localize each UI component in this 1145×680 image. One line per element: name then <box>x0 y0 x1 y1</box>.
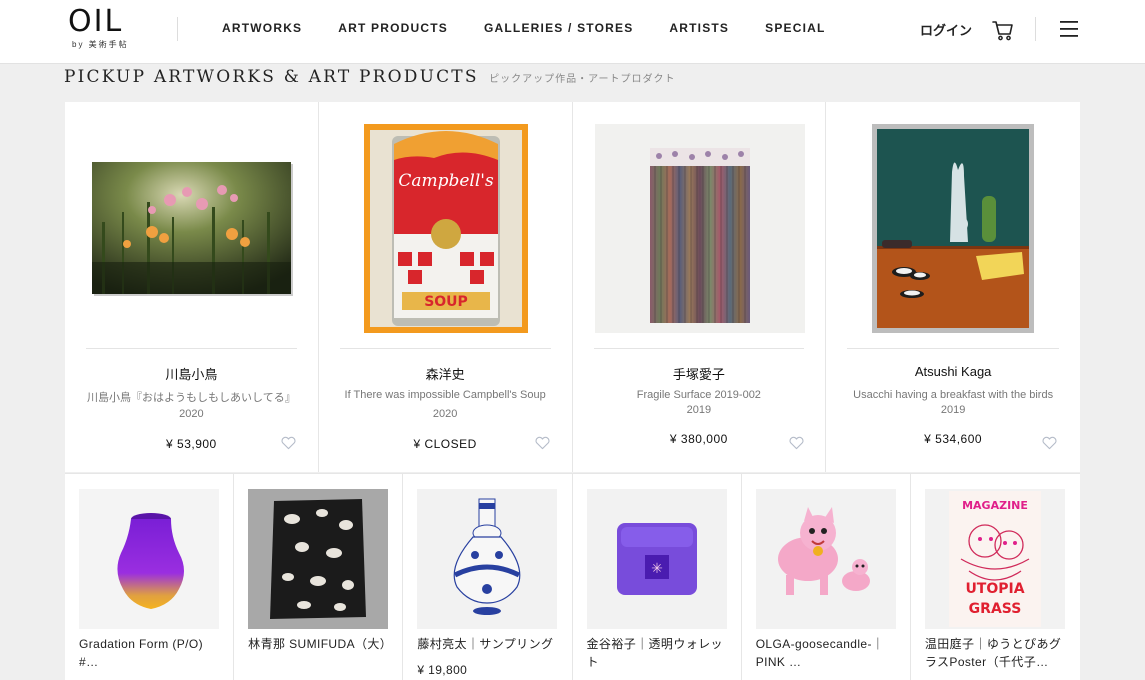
artwork-card[interactable]: Atsushi Kaga Usacchi having a breakfast … <box>826 102 1080 472</box>
product-card[interactable]: ✳ 金谷裕子｜透明ウォレット <box>573 474 742 680</box>
card-divider <box>847 348 1059 349</box>
artwork-title: If There was impossible Campbell's Soup <box>344 389 546 401</box>
main-nav: ARTWORKS ART PRODUCTS GALLERIES / STORES… <box>222 20 862 36</box>
art-products-grid: Gradation Form (P/O) #… 林青那 SUMIFUDA（大） … <box>65 473 1080 680</box>
favorite-heart-icon[interactable] <box>535 436 550 450</box>
favorite-heart-icon[interactable] <box>788 436 804 450</box>
artwork-year: 2020 <box>432 408 458 420</box>
nav-galleries-stores[interactable]: GALLERIES / STORES <box>484 20 633 36</box>
artwork-card[interactable]: Campbell's SOUP 森洋史 If There was impossi… <box>319 102 573 472</box>
product-card[interactable]: Gradation Form (P/O) #… <box>65 474 235 680</box>
product-image <box>79 489 219 629</box>
login-link[interactable]: ログイン <box>920 20 972 39</box>
header-divider-right <box>1035 17 1036 41</box>
svg-text:Campbell's: Campbell's <box>398 171 494 191</box>
artwork-price: ¥ 380,000 <box>669 432 728 446</box>
favorite-heart-icon[interactable] <box>281 436 296 450</box>
artist-name: 手塚愛子 <box>672 367 725 382</box>
nav-artists[interactable]: ARTISTS <box>669 20 729 36</box>
artwork-card[interactable]: 川島小鳥 川島小鳥『おはようもしもしあいしてる』 2020 ¥ 53,900 <box>65 102 319 472</box>
product-image: ✳ <box>586 489 727 629</box>
product-title: OLGA-goosecandle-｜PINK … <box>755 637 885 669</box>
svg-text:UTOPIA: UTOPIA <box>965 581 1024 597</box>
svg-text:MAGAZINE: MAGAZINE <box>962 499 1028 512</box>
card-divider <box>339 348 551 349</box>
product-card[interactable]: OLGA-goosecandle-｜PINK … <box>742 474 911 680</box>
product-title: Gradation Form (P/O) #… <box>79 637 204 669</box>
section-heading: PICKUP ARTWORKS & ART PRODUCTS ピックアップ作品・… <box>64 67 676 87</box>
artwork-price: ¥ 53,900 <box>166 437 217 451</box>
pickup-artworks-grid: 川島小鳥 川島小鳥『おはようもしもしあいしてる』 2020 ¥ 53,900 C… <box>65 102 1080 472</box>
svg-text:GRASS: GRASS <box>969 601 1022 617</box>
product-title: 温田庭子｜ゆうとぴあグラスPoster（千代子… <box>924 637 1062 669</box>
product-card[interactable]: 藤村亮太｜サンプリング ¥ 19,800 <box>403 474 573 680</box>
card-divider <box>86 348 297 349</box>
artwork-image <box>872 124 1035 333</box>
product-image: MAGAZINE UTOPIA GRASS <box>924 489 1065 629</box>
site-header: OIL by 美術手帖 ARTWORKS ART PRODUCTS GALLER… <box>0 0 1145 64</box>
section-title-ja: ピックアップ作品・アートプロダクト <box>489 74 676 85</box>
favorite-heart-icon[interactable] <box>1042 436 1057 450</box>
product-image <box>755 489 896 629</box>
svg-text:✳: ✳ <box>651 561 663 577</box>
artwork-card[interactable]: 手塚愛子 Fragile Surface 2019-002 2019 ¥ 380… <box>573 102 827 472</box>
product-price: ¥ 19,800 <box>417 663 468 677</box>
artwork-price: ¥ CLOSED <box>413 437 477 451</box>
header-divider <box>177 17 178 41</box>
logo-subtitle: by 美術手帖 <box>72 40 129 49</box>
artist-name: 川島小鳥 <box>165 367 218 382</box>
artwork-year: 2019 <box>686 404 712 416</box>
oil-logo[interactable]: OIL by 美術手帖 <box>68 6 138 54</box>
artwork-image <box>594 124 805 333</box>
product-image <box>417 489 558 629</box>
section-title-en: PICKUP ARTWORKS & ART PRODUCTS <box>64 67 479 87</box>
artwork-title: 川島小鳥『おはようもしもしあいしてる』 <box>87 392 296 404</box>
nav-special[interactable]: SPECIAL <box>765 20 825 36</box>
cart-icon[interactable] <box>991 18 1015 42</box>
logo-text: OIL <box>68 4 124 39</box>
product-card[interactable]: MAGAZINE UTOPIA GRASS 温田庭子｜ゆうとぴあグラスPoste… <box>911 474 1080 680</box>
hamburger-menu-icon[interactable] <box>1058 19 1080 39</box>
artwork-year: 2019 <box>940 404 966 416</box>
artist-name: Atsushi Kaga <box>914 364 992 379</box>
artwork-image: Campbell's SOUP <box>363 124 528 333</box>
card-divider <box>593 348 805 349</box>
product-title: 金谷裕子｜透明ウォレット <box>586 637 723 669</box>
artwork-title: Usacchi having a breakfast with the bird… <box>853 389 1054 401</box>
artwork-year: 2020 <box>179 408 204 420</box>
product-image <box>248 489 389 629</box>
nav-art-products[interactable]: ART PRODUCTS <box>338 20 448 36</box>
product-title: 林青那 SUMIFUDA（大） <box>248 637 393 651</box>
artwork-image <box>92 162 293 296</box>
svg-text:SOUP: SOUP <box>424 294 468 310</box>
artist-name: 森洋史 <box>425 367 465 382</box>
product-title: 藤村亮太｜サンプリング <box>417 637 554 651</box>
product-card[interactable]: 林青那 SUMIFUDA（大） <box>234 474 404 680</box>
artwork-title: Fragile Surface 2019-002 <box>636 389 761 401</box>
nav-artworks[interactable]: ARTWORKS <box>222 20 302 36</box>
